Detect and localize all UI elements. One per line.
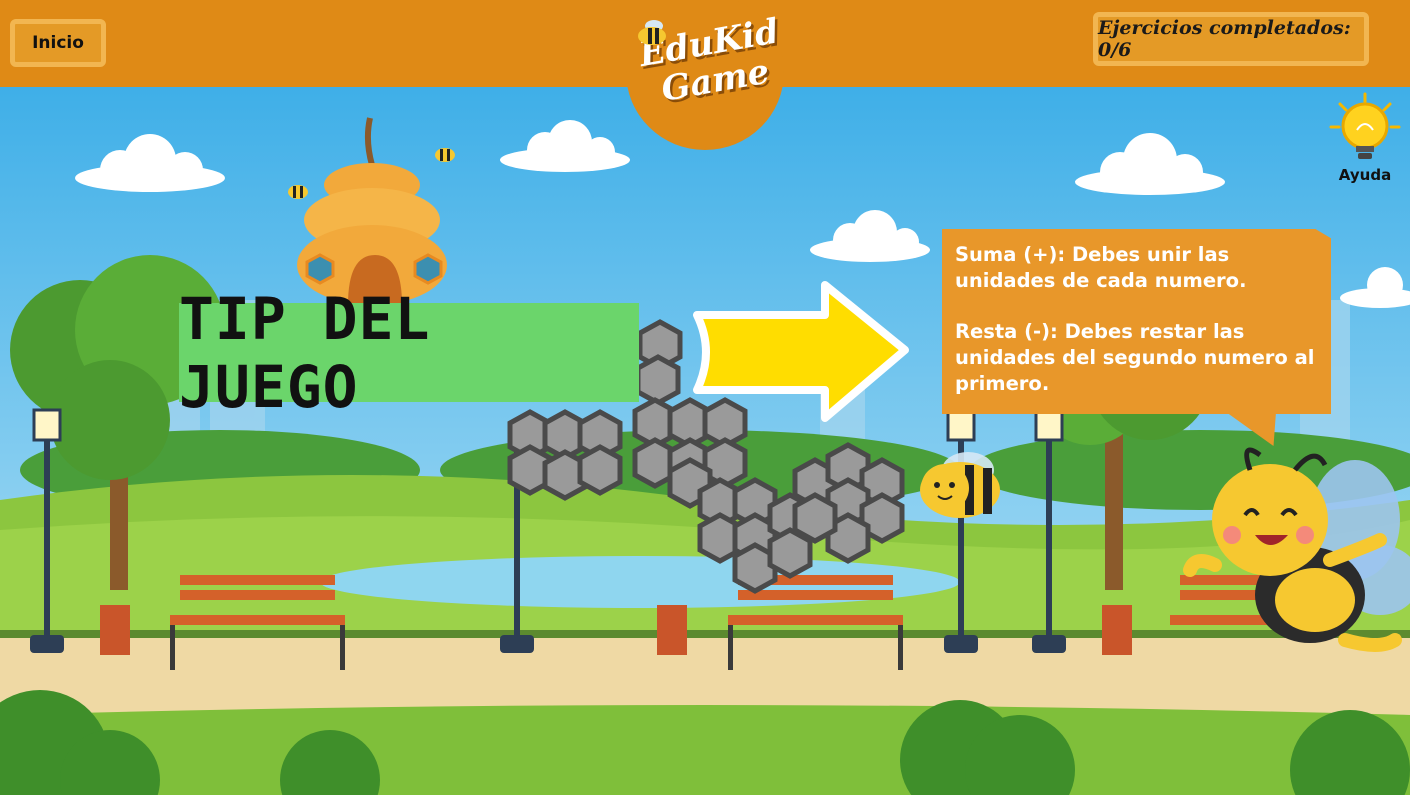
help-label: Ayuda: [1338, 166, 1392, 184]
help-button[interactable]: Ayuda: [1328, 92, 1402, 188]
exercises-counter: Ejercicios completados: 0/6: [1093, 12, 1369, 66]
lightbulb-icon: [1329, 92, 1401, 159]
tip-line-suma: Suma (+): Debes unir las unidades de cad…: [955, 243, 1247, 292]
game-scene: EduKid Game Inicio Ejercicios completado…: [0, 0, 1410, 795]
home-button[interactable]: Inicio: [10, 19, 106, 67]
tip-banner: TIP DEL JUEGO: [179, 285, 639, 421]
bee-icon: [638, 20, 666, 45]
tip-line-resta: Resta (-): Debes restar las unidades del…: [955, 320, 1315, 395]
tip-text: Suma (+): Debes unir las unidades de cad…: [955, 242, 1323, 422]
